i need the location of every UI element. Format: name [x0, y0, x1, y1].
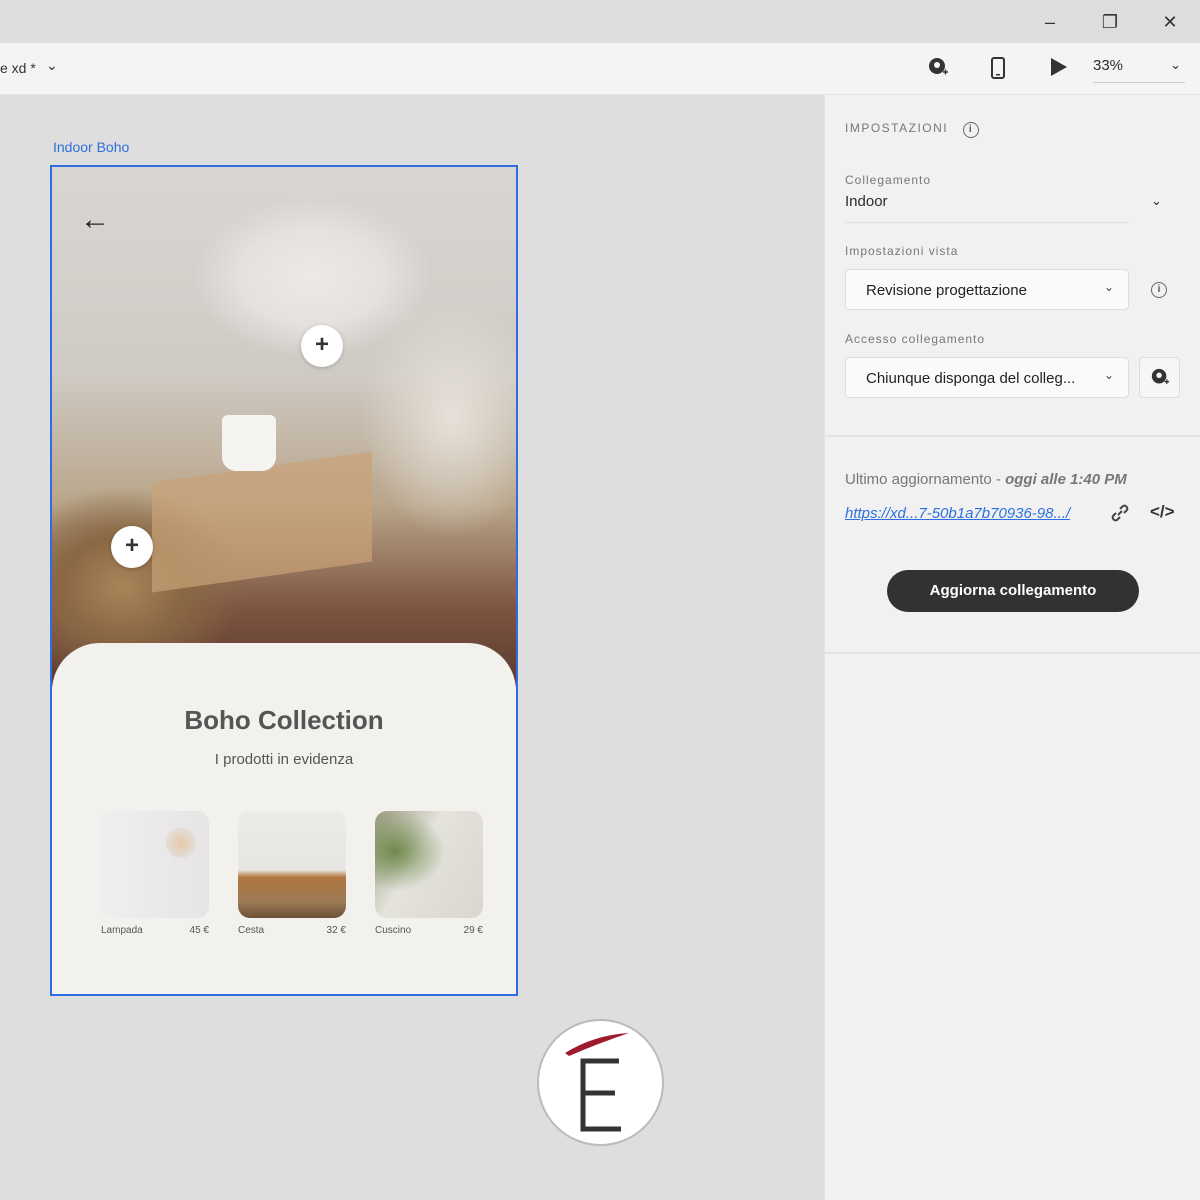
back-arrow-icon[interactable]: ←: [80, 203, 110, 237]
view-settings-label: Impostazioni vista: [845, 244, 959, 258]
chevron-down-icon: ⌄: [1103, 368, 1114, 382]
play-icon[interactable]: [1050, 57, 1068, 82]
minimize-button[interactable]: –: [1035, 8, 1065, 36]
chevron-down-icon: ⌄: [1170, 57, 1181, 72]
restore-button[interactable]: ❐: [1095, 8, 1125, 36]
share-settings-panel: IMPOSTAZIONI i Collegamento Indoor ⌄ Imp…: [824, 95, 1200, 1200]
last-update-text: Ultimo aggiornamento - oggi alle 1:40 PM: [845, 471, 1127, 488]
divider: [825, 652, 1200, 654]
product-card[interactable]: Lampada 45 €: [101, 811, 209, 936]
info-icon[interactable]: i: [1151, 282, 1167, 298]
product-image: [101, 811, 209, 918]
collection-subtitle: I prodotti in evidenza: [214, 751, 354, 768]
link-access-select[interactable]: Chiunque disponga del colleg... ⌄: [845, 357, 1129, 398]
chevron-down-icon[interactable]: ⌄: [1151, 193, 1162, 209]
invite-user-icon[interactable]: [927, 57, 949, 84]
product-price: 45 €: [189, 925, 209, 936]
product-name: Lampada: [101, 925, 143, 936]
zoom-value: 33%: [1093, 57, 1124, 74]
collection-title: Boho Collection: [184, 705, 384, 735]
embed-code-icon[interactable]: </>: [1150, 502, 1175, 522]
invite-user-icon: [1151, 368, 1170, 384]
product-image: [238, 811, 346, 918]
link-value: Indoor: [845, 193, 888, 210]
product-name: Cuscino: [375, 925, 412, 936]
info-icon[interactable]: i: [962, 122, 979, 138]
hotspot-plus-button[interactable]: +: [301, 325, 343, 367]
link-label: Collegamento: [845, 173, 932, 187]
product-price: 32 €: [326, 925, 346, 936]
invite-user-button[interactable]: [1139, 357, 1180, 398]
update-link-button[interactable]: Aggiorna collegamento: [887, 570, 1139, 612]
view-settings-select[interactable]: Revisione progettazione ⌄: [845, 269, 1129, 310]
title-bar: – ❐ ✕: [0, 0, 1200, 43]
view-settings-value: Revisione progettazione: [866, 282, 1027, 299]
zoom-select[interactable]: 33% ⌄: [1093, 57, 1185, 83]
product-card[interactable]: Cesta 32 €: [238, 811, 346, 936]
hotspot-plus-button[interactable]: +: [111, 526, 153, 568]
product-card[interactable]: Cuscino 29 €: [375, 811, 483, 936]
copy-link-icon[interactable]: [1109, 502, 1131, 529]
artboard-label[interactable]: Indoor Boho: [53, 139, 129, 155]
last-update-time: oggi alle 1:40 PM: [1005, 471, 1127, 488]
share-link[interactable]: https://xd...7-50b1a7b70936-98.../: [845, 505, 1070, 522]
brand-logo: [537, 1019, 664, 1146]
nightstand-shape: [152, 451, 372, 593]
link-access-label: Accesso collegamento: [845, 332, 986, 346]
mug-shape: [222, 415, 276, 471]
toolbar: e xd * ⌄ 33% ⌄: [0, 43, 1200, 95]
document-menu-chevron-icon[interactable]: ⌄: [46, 57, 58, 74]
link-select[interactable]: Indoor: [845, 193, 1129, 223]
document-title: e xd *: [0, 60, 36, 76]
divider: [825, 435, 1200, 437]
settings-title: IMPOSTAZIONI: [845, 121, 949, 135]
last-update-label: Ultimo aggiornamento -: [845, 471, 1006, 488]
hero-image: [52, 167, 516, 687]
collection-card: Boho Collection I prodotti in evidenza L…: [52, 643, 516, 994]
product-image: [375, 811, 483, 918]
product-price: 29 €: [463, 925, 483, 936]
artboard[interactable]: ← + + Boho Collection I prodotti in evid…: [50, 165, 518, 996]
product-name: Cesta: [238, 925, 265, 936]
device-preview-icon[interactable]: [991, 57, 1005, 84]
link-access-value: Chiunque disponga del colleg...: [866, 370, 1076, 387]
close-button[interactable]: ✕: [1155, 8, 1185, 36]
chevron-down-icon: ⌄: [1103, 280, 1114, 294]
settings-heading: IMPOSTAZIONI i: [845, 121, 979, 138]
